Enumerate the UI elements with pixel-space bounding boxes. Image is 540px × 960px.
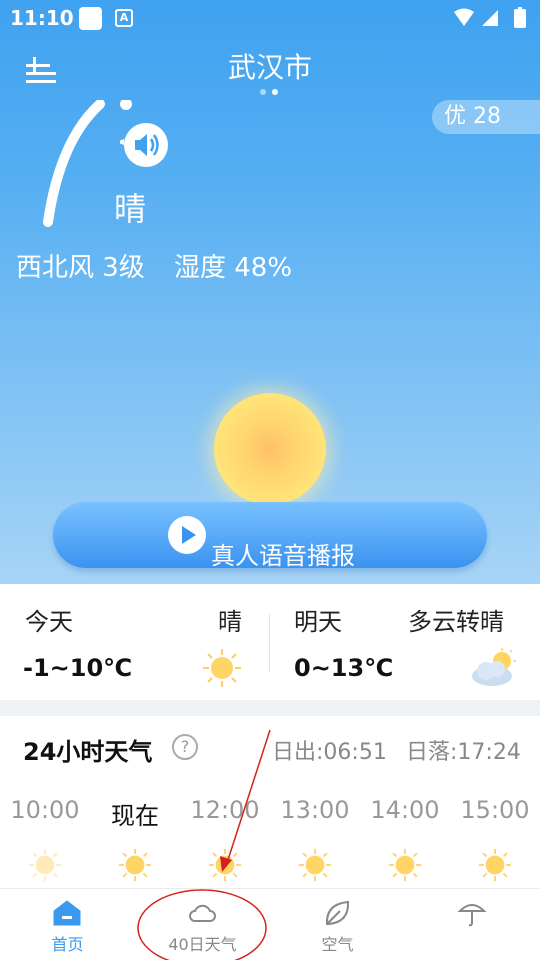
nav-item-40day[interactable]: 40日天气 [135, 889, 270, 960]
sunny-icon [203, 649, 241, 687]
hour-label: 12:00 [190, 796, 260, 824]
page-indicator [258, 89, 282, 95]
speaker-icon[interactable] [120, 120, 172, 170]
status-icons [454, 7, 526, 28]
sunny-icon [298, 848, 332, 882]
sunrise-time: 日出:06:51 [272, 740, 387, 765]
hour-label: 15:00 [460, 796, 530, 824]
hour-label: 10:00 [10, 796, 80, 824]
today-condition: 晴 [218, 608, 242, 636]
today-label: 今天 [25, 608, 73, 636]
hourly-title: 24小时天气 [23, 738, 153, 766]
sunny-icon [208, 848, 242, 882]
leaf-icon [325, 900, 350, 926]
play-icon [168, 516, 206, 554]
nav-item-life[interactable] [405, 889, 540, 960]
nav-item-home[interactable]: 首页 [0, 889, 135, 960]
voice-broadcast-button[interactable]: 真人语音播报 [53, 502, 487, 570]
nav-label-40day: 40日天气 [168, 935, 237, 954]
cloud-icon [189, 904, 216, 922]
status-bar: 11:10 A [0, 0, 540, 36]
umbrella-icon [457, 904, 487, 927]
tomorrow-condition: 多云转晴 [408, 608, 504, 636]
hour-label-now: 现在 [111, 802, 159, 830]
text-notification-icon: A [115, 9, 133, 27]
battery-icon [514, 9, 526, 28]
bottom-nav: 首页 40日天气 空气 [0, 888, 540, 960]
hourly-forecast-card: 24小时天气 ? 日出:06:51 日落:17:24 10:00 现在 12:0… [0, 716, 540, 888]
sun-illustration [214, 393, 326, 505]
nav-label-home: 首页 [51, 935, 84, 954]
hero-section: 11:10 A 武汉市 优 28 晴 西北风 3级 湿度 48% 真人语音播报 [0, 0, 540, 584]
forecast-divider [269, 614, 270, 672]
notification-icon [79, 7, 102, 30]
today-temp: -1~10℃ [23, 654, 133, 682]
partly-cloudy-icon [472, 648, 516, 686]
tomorrow-temp: 0~13℃ [294, 654, 394, 682]
daily-forecast-card[interactable]: 今天 晴 -1~10℃ 明天 多云转晴 0~13℃ [0, 584, 540, 700]
help-icon[interactable]: ? [172, 734, 198, 760]
voice-broadcast-label: 真人语音播报 [211, 542, 355, 570]
nav-item-air[interactable]: 空气 [270, 889, 405, 960]
aqi-badge[interactable]: 优 28 [432, 100, 540, 134]
humidity-info: 湿度 48% [174, 253, 293, 283]
page-dot [260, 89, 266, 95]
sunny-icon [118, 848, 152, 882]
city-title[interactable]: 武汉市 [0, 46, 540, 86]
home-icon [53, 900, 81, 926]
wifi-icon [454, 8, 474, 26]
nav-label-air: 空气 [321, 935, 354, 954]
signal-icon [482, 10, 498, 26]
wind-info: 西北风 3级 [16, 253, 145, 283]
status-time: 11:10 [10, 6, 74, 30]
hour-label: 13:00 [280, 796, 350, 824]
current-condition: 晴 [114, 190, 147, 228]
sunny-icon [388, 848, 422, 882]
sunny-icon [28, 848, 62, 882]
page-dot-active [272, 89, 278, 95]
hour-label: 14:00 [370, 796, 440, 824]
tomorrow-label: 明天 [294, 608, 342, 636]
sunny-icon [478, 848, 512, 882]
sunset-time: 日落:17:24 [406, 740, 521, 765]
